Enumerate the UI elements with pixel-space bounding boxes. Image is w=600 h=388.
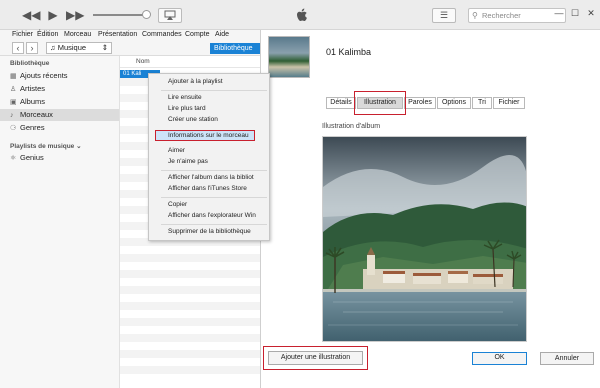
menu-item-create-station[interactable]: Créer une station [168, 116, 218, 123]
menu-item-play-later[interactable]: Lire plus tard [168, 105, 206, 112]
artist-icon: ♙ [10, 86, 17, 93]
apple-logo-icon [297, 8, 307, 21]
menu-separator [161, 224, 267, 225]
album-icon: ▣ [10, 99, 17, 106]
highlight-frame-add-artwork [263, 346, 368, 370]
tab-options[interactable]: Options [437, 97, 471, 109]
forward-button[interactable]: › [26, 42, 38, 54]
music-note-icon: ♫ [50, 43, 58, 52]
menu-morceau[interactable]: Morceau [64, 31, 91, 38]
menu-item-show-itunes-store[interactable]: Afficher dans l'iTunes Store [168, 185, 247, 192]
title-bar: ◀◀ ▶ ▶▶ ☰ ⚲ Rechercher — ☐ ✕ [0, 0, 600, 30]
genius-icon: ⚛ [10, 155, 17, 162]
cancel-button[interactable]: Annuler [540, 352, 594, 365]
maximize-button[interactable]: ☐ [569, 7, 581, 19]
table-row[interactable] [120, 366, 268, 374]
sidebar-library-header: Bibliothèque [10, 60, 50, 67]
sidebar-playlists-header[interactable]: Playlists de musique ⌄ [10, 142, 82, 150]
track-title: 01 Kalimba [326, 47, 372, 57]
list-view-button[interactable]: ☰ [432, 8, 456, 23]
album-thumbnail [268, 36, 310, 78]
tab-sorting[interactable]: Tri [472, 97, 492, 109]
table-row[interactable] [120, 270, 268, 278]
library-button[interactable]: Bibliothèque [210, 43, 265, 54]
menu-item-play-next[interactable]: Lire ensuite [168, 94, 202, 101]
menu-item-show-album[interactable]: Afficher l'album dans la bibliot [168, 174, 254, 181]
highlight-frame-tab [354, 91, 406, 115]
sidebar-item-recent[interactable]: ▦ Ajouts récents [10, 70, 118, 82]
menu-compte[interactable]: Compte [185, 31, 210, 38]
tab-file[interactable]: Fichier [493, 97, 525, 109]
note-icon: ♪ [10, 112, 14, 119]
chevron-updown-icon: ⇕ [101, 43, 108, 52]
menu-presentation[interactable]: Présentation [98, 31, 137, 38]
menu-item-copy[interactable]: Copier [168, 201, 187, 208]
back-button[interactable]: ‹ [12, 42, 24, 54]
menu-commandes[interactable]: Commandes [142, 31, 182, 38]
close-button[interactable]: ✕ [585, 7, 597, 19]
rewind-icon[interactable]: ◀◀ [22, 8, 40, 22]
menu-item-love[interactable]: Aimer [168, 147, 185, 154]
airplay-button[interactable] [158, 8, 182, 23]
menu-aide[interactable]: Aide [215, 31, 229, 38]
artwork-label: Illustration d'album [322, 123, 381, 130]
album-artwork-image [323, 137, 526, 341]
album-artwork [322, 136, 527, 342]
menu-fichier[interactable]: Fichier [12, 31, 33, 38]
play-icon[interactable]: ▶ [46, 8, 60, 22]
sidebar: Bibliothèque ▦ Ajouts récents ♙ Artistes ▣… [0, 56, 120, 388]
sidebar-item-artists[interactable]: ♙ Artistes [10, 83, 118, 95]
context-menu: Ajouter à la playlist Lire ensuite Lire … [148, 73, 270, 241]
menu-item-show-in-explorer[interactable]: Afficher dans l'explorateur Win [168, 212, 256, 219]
ok-button[interactable]: OK [472, 352, 527, 365]
sidebar-item-genius[interactable]: ⚛ Genius [10, 152, 118, 164]
menu-separator [161, 170, 267, 171]
sidebar-item-songs[interactable]: ♪ Morceaux [0, 109, 119, 121]
tab-details[interactable]: Détails [326, 97, 356, 109]
table-row[interactable] [120, 302, 268, 310]
column-header-name[interactable]: Nom [120, 58, 268, 68]
table-row[interactable] [120, 350, 268, 358]
table-row[interactable] [120, 254, 268, 262]
menu-item-delete-from-library[interactable]: Supprimer de la bibliothèque [168, 228, 251, 235]
search-input[interactable]: ⚲ Rechercher [468, 8, 566, 23]
sidebar-item-albums[interactable]: ▣ Albums [10, 96, 118, 108]
menu-item-dislike[interactable]: Je n'aime pas [168, 158, 208, 165]
search-icon: ⚲ [472, 11, 478, 20]
media-type-select[interactable]: ♫ Musique ⇕ [46, 42, 112, 54]
fast-forward-icon[interactable]: ▶▶ [66, 8, 84, 22]
menu-item-song-info[interactable]: Informations sur le morceau [168, 132, 249, 139]
tab-lyrics[interactable]: Paroles [404, 97, 436, 109]
recent-icon: ▦ [10, 73, 17, 80]
table-row[interactable] [120, 318, 268, 326]
menu-item-add-to-playlist[interactable]: Ajouter à la playlist [168, 78, 223, 85]
table-row[interactable] [120, 286, 268, 294]
menu-separator [161, 197, 267, 198]
table-row[interactable] [120, 334, 268, 342]
menu-edition[interactable]: Édition [37, 31, 58, 38]
volume-knob[interactable] [142, 10, 151, 19]
minimize-button[interactable]: — [553, 7, 565, 19]
airplay-icon [164, 10, 176, 20]
volume-slider[interactable] [93, 14, 148, 16]
sidebar-item-genres[interactable]: ⚆ Genres [10, 122, 118, 134]
menu-separator [161, 90, 267, 91]
genre-icon: ⚆ [10, 125, 17, 132]
